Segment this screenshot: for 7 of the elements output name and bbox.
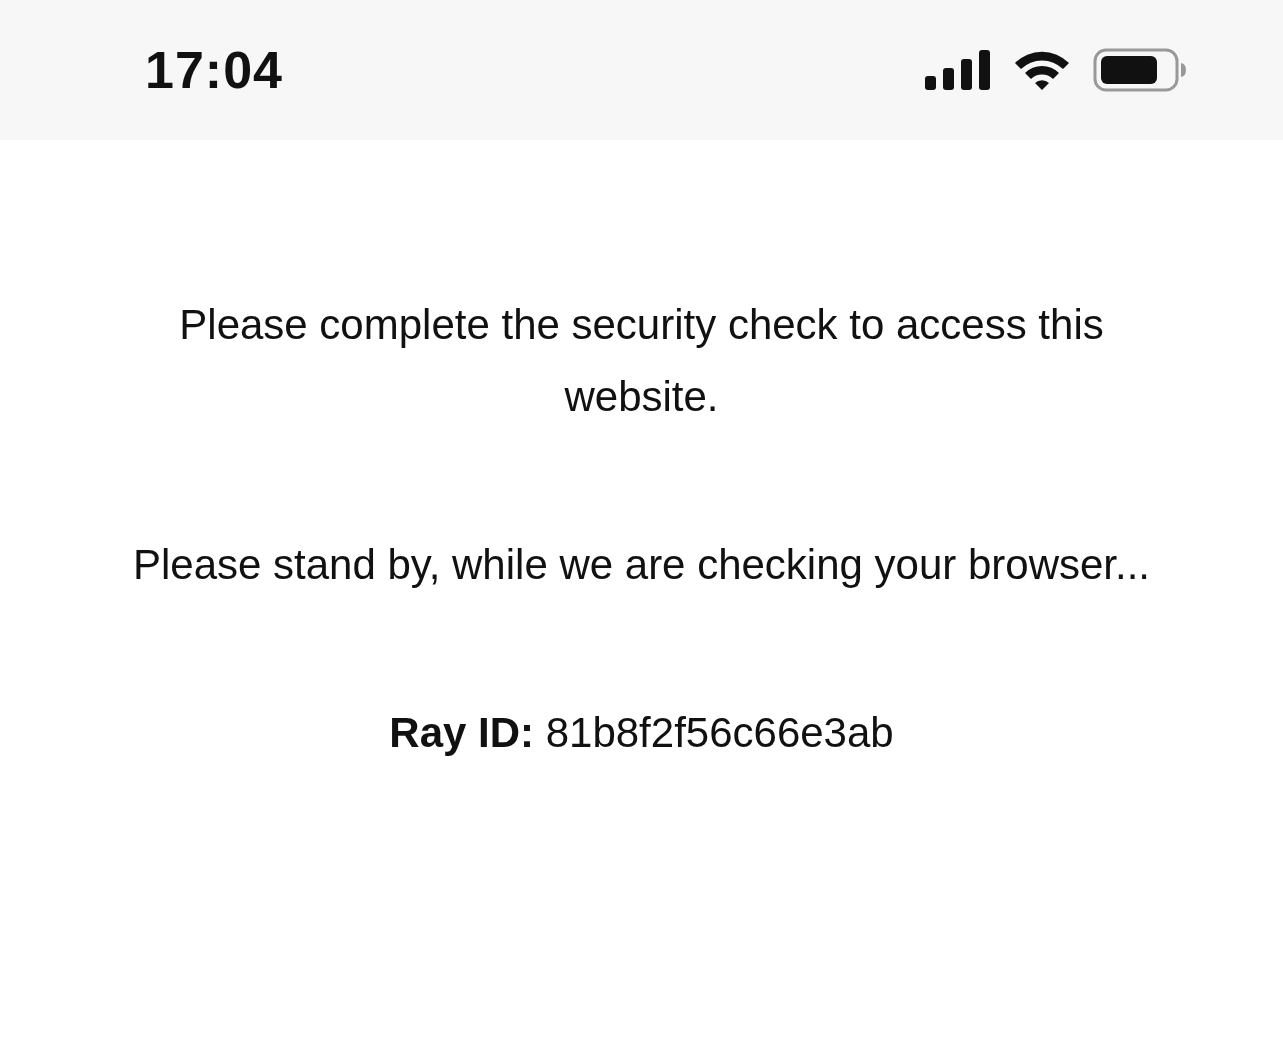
message-text: Please complete the security check to access this website. bbox=[178, 300, 1105, 422]
battery-icon bbox=[1093, 48, 1187, 92]
wifi-icon bbox=[1013, 49, 1071, 91]
message-text: Please stand by, while we are checking your browser... bbox=[132, 540, 1151, 590]
message-text: Ray ID: 81b8f2f56c66e3ab bbox=[389, 708, 894, 758]
signal-icon bbox=[925, 50, 991, 90]
status-time: 17:04 bbox=[145, 40, 283, 100]
